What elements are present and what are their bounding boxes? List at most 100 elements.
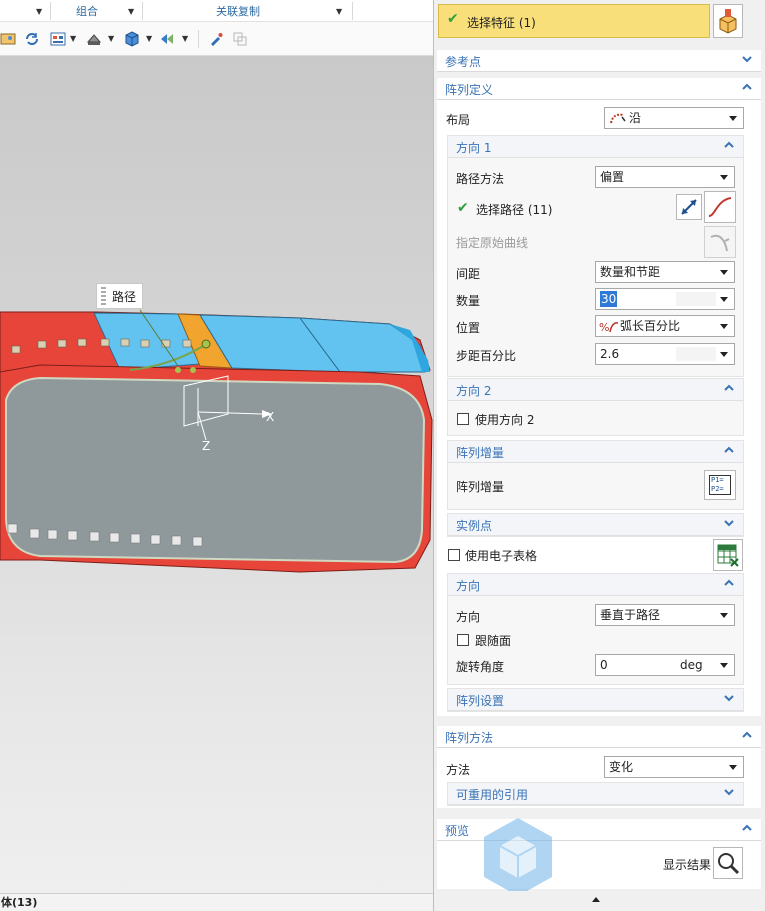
collapse-bar[interactable] (437, 891, 761, 907)
status-bar: 体(13) (0, 893, 433, 911)
graphics-viewport[interactable]: X Z 路径 (0, 56, 433, 893)
ribbon-group-assoc-copy-dropdown[interactable]: ▼ (336, 0, 342, 22)
dropdown-arrow-icon (729, 765, 737, 770)
drag-handle-icon[interactable] (101, 287, 106, 305)
dropdown-arrow-icon[interactable]: ▼ (146, 34, 152, 43)
dropdown-arrow-icon[interactable] (720, 663, 728, 668)
image-icon[interactable] (0, 31, 16, 47)
chevron-up-icon[interactable] (723, 139, 735, 151)
chevron-down-icon[interactable] (741, 53, 753, 65)
increment-label: 阵列增量 (456, 480, 505, 494)
dropdown-arrow-icon[interactable]: ▼ (182, 34, 188, 43)
spreadsheet-icon (717, 544, 739, 567)
ribbon-group-row: ▼ 组合 ▼ 关联复制 ▼ (0, 0, 433, 22)
specify-curve-button[interactable] (704, 226, 736, 258)
chevron-down-icon[interactable] (723, 517, 735, 529)
subsection-title: 方向 1 (456, 141, 492, 155)
feature-cube-icon (719, 9, 737, 34)
subsection-increment[interactable]: 阵列增量 (448, 441, 743, 463)
spacing-value: 数量和节距 (600, 265, 661, 279)
table-view-icon[interactable] (50, 31, 66, 47)
ribbon-dropdown-arrow[interactable]: ▼ (36, 0, 42, 22)
divider (142, 2, 143, 20)
curve-select-button[interactable] (704, 191, 736, 223)
subsection-orientation[interactable]: 方向 (448, 574, 743, 596)
position-select[interactable]: % 弧长百分比 (595, 315, 735, 337)
subsection-title: 方向 (456, 579, 481, 593)
curve-icon (708, 197, 732, 217)
chevron-down-icon[interactable] (723, 692, 735, 704)
part-model[interactable]: X Z (0, 56, 433, 893)
layout-select[interactable]: 沿 (604, 107, 744, 129)
orientation-direction-label: 方向 (456, 610, 481, 624)
subsection-reusable-refs[interactable]: 可重用的引用 (448, 783, 743, 805)
chevron-up-icon[interactable] (723, 382, 735, 394)
subsection-title: 可重用的引用 (456, 788, 529, 802)
feature-select-button[interactable] (713, 4, 743, 38)
method-select[interactable]: 变化 (604, 756, 744, 778)
path-method-label: 路径方法 (456, 172, 505, 186)
subsection-direction1[interactable]: 方向 1 (448, 136, 743, 158)
cube-view-icon[interactable] (124, 31, 140, 47)
divider (198, 30, 199, 48)
divider (352, 2, 353, 20)
dropdown-arrow-icon (720, 613, 728, 618)
chevron-up-icon[interactable] (723, 577, 735, 589)
section-array-definition[interactable]: 阵列定义 (437, 78, 761, 100)
count-input[interactable]: 30 (595, 288, 735, 310)
path-method-select[interactable]: 偏置 (595, 166, 735, 188)
input-spacer (676, 292, 716, 306)
rotation-angle-input[interactable]: 0 deg (595, 654, 735, 676)
section-reference-point[interactable]: 参考点 (437, 50, 761, 72)
count-value[interactable]: 30 (600, 291, 618, 307)
orientation-direction-select[interactable]: 垂直于路径 (595, 604, 735, 626)
select-feature-bar[interactable]: ✔ 选择特征 (1) (438, 4, 710, 38)
render-style-icon[interactable] (86, 31, 102, 47)
subsection-direction2[interactable]: 方向 2 (448, 379, 743, 401)
path-label-tag[interactable]: 路径 (96, 283, 144, 309)
dropdown-arrow-icon[interactable]: ▼ (108, 34, 114, 43)
ribbon-group-combine-dropdown[interactable]: ▼ (128, 0, 134, 22)
section-array-method[interactable]: 阵列方法 (437, 726, 761, 748)
position-label: 位置 (456, 321, 481, 335)
subsection-array-settings[interactable]: 阵列设置 (448, 689, 743, 711)
show-result-label: 显示结果 (663, 858, 712, 872)
pitch-percent-input[interactable]: 2.6 (595, 343, 735, 365)
chevron-up-icon[interactable] (741, 822, 753, 834)
increment-button[interactable]: P1= P2= (704, 470, 736, 500)
layers-icon[interactable] (232, 31, 248, 47)
chevron-down-icon[interactable] (723, 786, 735, 798)
pitch-percent-label: 步距百分比 (456, 349, 517, 363)
use-spreadsheet-checkbox[interactable] (448, 549, 460, 561)
select-path-label[interactable]: 选择路径 (11) (476, 201, 552, 218)
collapse-arrow-icon[interactable] (591, 895, 601, 903)
ribbon-group-assoc-copy[interactable]: 关联复制 (216, 0, 260, 22)
show-result-button[interactable] (713, 847, 743, 879)
chevron-up-icon[interactable] (741, 729, 753, 741)
count-label: 数量 (456, 294, 481, 308)
ribbon-group-combine[interactable]: 组合 (76, 0, 98, 22)
chevron-up-icon[interactable] (741, 81, 753, 93)
dropdown-arrow-icon (729, 116, 737, 121)
magnifier-icon (718, 853, 740, 875)
curve-disabled-icon (710, 234, 730, 252)
follow-face-checkbox[interactable] (457, 634, 469, 646)
pitch-percent-value: 2.6 (600, 347, 620, 361)
dropdown-arrow-icon[interactable] (720, 297, 728, 302)
reverse-direction-button[interactable] (676, 194, 702, 220)
visibility-icon[interactable] (160, 31, 176, 47)
use-direction2-checkbox[interactable] (457, 413, 469, 425)
spreadsheet-button[interactable] (713, 539, 743, 571)
brush-icon[interactable] (208, 31, 224, 47)
chevron-up-icon[interactable] (723, 444, 735, 456)
dropdown-arrow-icon[interactable]: ▼ (70, 34, 76, 43)
dropdown-arrow-icon[interactable] (720, 352, 728, 357)
subsection-instance-points[interactable]: 实例点 (448, 514, 743, 536)
check-icon: ✔ (447, 11, 459, 27)
spacing-select[interactable]: 数量和节距 (595, 261, 735, 283)
subsection-title: 方向 2 (456, 384, 492, 398)
refresh-icon[interactable] (24, 31, 40, 47)
section-title: 参考点 (445, 55, 482, 69)
check-icon: ✔ (457, 200, 469, 216)
toolbar: ▼ ▼ ▼ ▼ (0, 22, 433, 56)
